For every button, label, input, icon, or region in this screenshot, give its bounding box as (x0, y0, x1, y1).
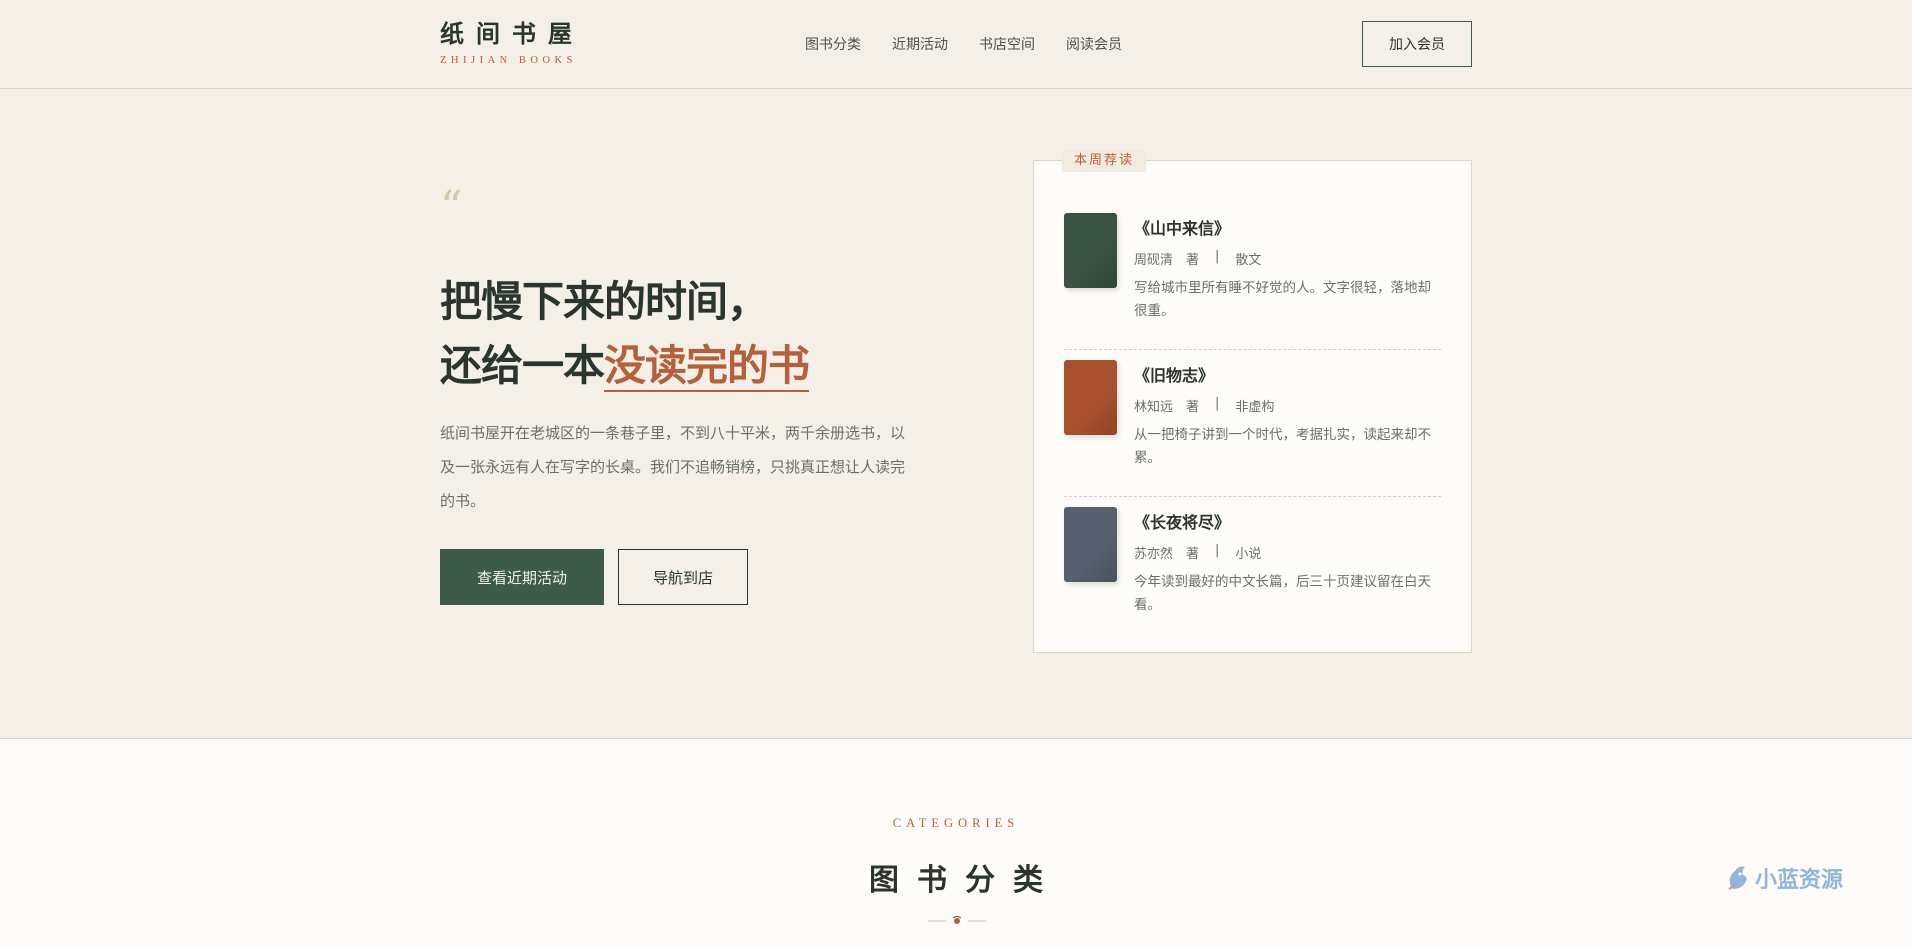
recommend-tag: 本周荐读 (1062, 150, 1147, 172)
meta-separator: | (1215, 543, 1220, 558)
watermark-text: 小蓝资源 (1755, 868, 1844, 893)
book-title[interactable]: 《旧物志》 (1134, 362, 1214, 386)
nav-item-membership[interactable]: 阅读会员 (1066, 34, 1122, 54)
book-meta: 林知远 著 | 非虚构 (1134, 396, 1274, 415)
book-genre: 非虚构 (1235, 400, 1275, 415)
book-genre: 小说 (1235, 547, 1262, 562)
nav-item-space[interactable]: 书店空间 (979, 34, 1035, 54)
watermark: 小蓝资源 (1725, 862, 1843, 894)
brand-name-en: ZHIJIAN BOOKS (440, 55, 577, 66)
book-title[interactable]: 《山中来信》 (1134, 215, 1230, 239)
quote-icon: “ (440, 182, 463, 233)
join-member-button[interactable]: 加入会员 (1362, 21, 1472, 67)
book-item[interactable]: 《旧物志》 林知远 著 | 非虚构 从一把椅子讲到一个时代，考据扎实，读起来却不… (1064, 360, 1441, 497)
dragon-mascot-icon (1728, 866, 1747, 890)
weekly-recommend-card: 本周荐读 《山中来信》 周砚清 著 | 散文 写给城市里所有睡不好觉的人。文字很… (1033, 150, 1472, 653)
book-title[interactable]: 《长夜将尽》 (1134, 509, 1230, 533)
main-nav: 图书分类 近期活动 书店空间 阅读会员 (805, 34, 1122, 54)
categories-section: CATEGORIES 图书分类 (0, 738, 1912, 948)
book-genre: 散文 (1235, 253, 1262, 268)
hero-title-line2: 还给一本没读完的书 (440, 334, 810, 398)
nav-item-events[interactable]: 近期活动 (892, 34, 948, 54)
meta-separator: | (1215, 396, 1220, 411)
book-author: 周砚清 (1134, 253, 1174, 268)
navigate-to-store-button[interactable]: 导航到店 (618, 549, 748, 605)
categories-eyebrow: CATEGORIES (892, 816, 1020, 830)
view-events-button[interactable]: 查看近期活动 (440, 549, 604, 605)
book-description: 今年读到最好的中文长篇，后三十页建议留在白天看。 (1134, 574, 1431, 613)
book-by: 著 (1186, 253, 1200, 268)
book-cover (1064, 213, 1117, 288)
book-item[interactable]: 《山中来信》 周砚清 著 | 散文 写给城市里所有睡不好觉的人。文字很轻，落地却… (1064, 213, 1441, 350)
book-meta: 周砚清 著 | 散文 (1134, 249, 1261, 268)
hero-title-highlight: 没读完的书 (604, 341, 810, 392)
book-cover (1064, 507, 1117, 582)
book-cover (1064, 360, 1117, 435)
hero-title-line2-prefix: 还给一本 (440, 341, 605, 390)
brand-logo[interactable]: 纸间书屋 ZHIJIAN BOOKS (440, 19, 584, 67)
book-description: 从一把椅子讲到一个时代，考据扎实，读起来却不累。 (1134, 427, 1431, 466)
book-by: 著 (1186, 547, 1200, 562)
book-author: 苏亦然 (1134, 547, 1174, 562)
categories-title: 图书分类 (869, 863, 1061, 898)
book-author: 林知远 (1134, 400, 1174, 415)
brand-name-cn: 纸间书屋 (440, 19, 584, 48)
hero-description: 纸间书屋开在老城区的一条巷子里，不到八十平米，两千余册选书，以及一张永远有人在写… (440, 424, 906, 510)
book-by: 著 (1186, 400, 1200, 415)
book-item[interactable]: 《长夜将尽》 苏亦然 著 | 小说 今年读到最好的中文长篇，后三十页建议留在白天… (1064, 507, 1441, 627)
ornament-icon (928, 916, 986, 924)
book-meta: 苏亦然 著 | 小说 (1134, 543, 1261, 562)
meta-separator: | (1215, 249, 1220, 264)
hero-title: 把慢下来的时间， 还给一本没读完的书 (440, 270, 810, 398)
hero-title-line1: 把慢下来的时间， (440, 277, 769, 326)
book-description: 写给城市里所有睡不好觉的人。文字很轻，落地却很重。 (1134, 280, 1431, 319)
nav-item-categories[interactable]: 图书分类 (805, 34, 861, 54)
site-header: 纸间书屋 ZHIJIAN BOOKS 图书分类 近期活动 书店空间 阅读会员 加… (0, 0, 1912, 89)
